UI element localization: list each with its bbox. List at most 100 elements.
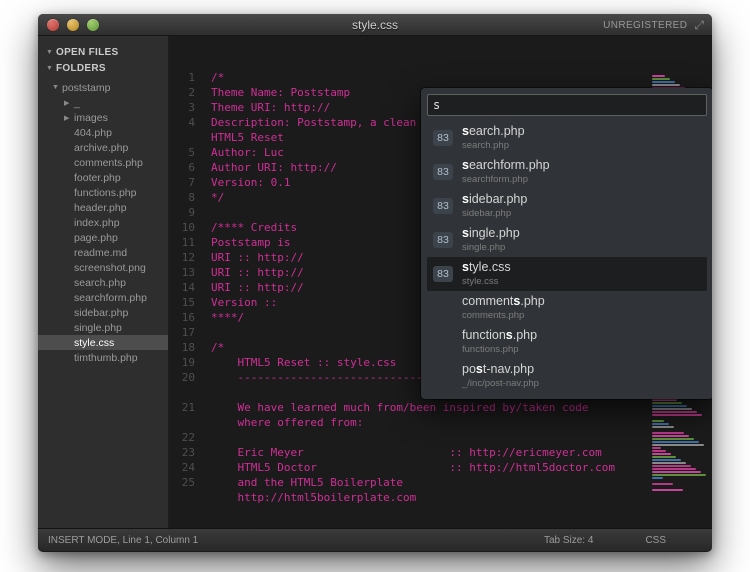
tree-item[interactable]: index.php: [38, 215, 168, 230]
result-filename: comments.php: [462, 294, 545, 309]
disclosure-icon: ▼: [46, 65, 56, 72]
tab-size-status[interactable]: Tab Size: 4: [544, 535, 593, 546]
tree-item-label: page.php: [74, 232, 118, 244]
line-number: 8: [169, 190, 203, 205]
tree-item[interactable]: header.php: [38, 200, 168, 215]
code-line[interactable]: We have learned much from/been inspired …: [211, 400, 650, 415]
code-line[interactable]: http://html5boilerplate.com: [211, 490, 650, 505]
minimap-line: [652, 465, 691, 467]
status-right: Tab Size: 4 CSS: [544, 535, 666, 546]
window-title: style.css: [352, 18, 398, 32]
tree-item-label: archive.php: [74, 142, 128, 154]
section-label: OPEN FILES: [56, 47, 118, 58]
code-line[interactable]: [211, 430, 650, 445]
minimap-line: [652, 441, 699, 443]
syntax-status[interactable]: CSS: [645, 535, 666, 546]
minimap-line: [652, 399, 677, 401]
goto-result-row[interactable]: 83 style.css style.css: [427, 257, 707, 291]
tree-item[interactable]: page.php: [38, 230, 168, 245]
tree-item[interactable]: archive.php: [38, 140, 168, 155]
result-filename: post-nav.php: [462, 362, 539, 377]
tree-item[interactable]: sidebar.php: [38, 305, 168, 320]
tree-item[interactable]: footer.php: [38, 170, 168, 185]
code-line[interactable]: and the HTML5 Boilerplate: [211, 475, 650, 490]
minimap-line: [652, 432, 684, 434]
line-number: 4: [169, 115, 203, 130]
fullscreen-icon[interactable]: ⤢: [694, 18, 704, 33]
result-path: style.css: [462, 276, 511, 287]
result-filename: sidebar.php: [462, 192, 527, 207]
tree-item-label: images: [74, 112, 108, 124]
result-path: search.php: [462, 140, 525, 151]
tree-item[interactable]: functions.php: [38, 185, 168, 200]
line-number: 22: [169, 430, 203, 445]
line-number: 5: [169, 145, 203, 160]
disclosure-icon: ▼: [52, 84, 62, 91]
tree-item[interactable]: style.css: [38, 335, 168, 350]
tree-item[interactable]: ▶ images: [38, 110, 168, 125]
goto-result-row[interactable]: 83 sidebar.php sidebar.php: [427, 189, 707, 223]
line-number: 25: [169, 475, 203, 490]
tree-item-label: 404.php: [74, 127, 112, 139]
filename-post: .php: [520, 294, 544, 308]
goto-result-row[interactable]: 83 search.php search.php: [427, 121, 707, 155]
code-line[interactable]: /*: [211, 70, 650, 85]
code-line[interactable]: where offered from:: [211, 415, 650, 430]
line-number: 2: [169, 85, 203, 100]
minimap-line: [652, 459, 681, 461]
sidebar-section-folders[interactable]: ▼ FOLDERS: [38, 60, 168, 76]
minimap-line: [652, 84, 680, 86]
tree-item-label: style.css: [74, 337, 114, 349]
goto-result-row[interactable]: 83 searchform.php searchform.php: [427, 155, 707, 189]
tree-item[interactable]: comments.php: [38, 155, 168, 170]
filename-match: s: [462, 124, 469, 138]
filename-pre: po: [462, 362, 476, 376]
close-button[interactable]: [47, 19, 59, 31]
filename-match: s: [462, 158, 469, 172]
minimap-line: [652, 477, 663, 479]
minimap-line: [652, 447, 661, 449]
line-number: 18: [169, 340, 203, 355]
minimap-line: [652, 414, 702, 416]
goto-result-row[interactable]: comments.php comments.php: [427, 291, 707, 325]
tree-item[interactable]: ▼ poststamp: [38, 80, 168, 95]
minimap-line: [652, 408, 692, 410]
tree-item-label: timthumb.php: [74, 352, 138, 364]
tree-item[interactable]: readme.md: [38, 245, 168, 260]
minimap-line: [652, 483, 673, 485]
minimap-line: [652, 402, 682, 404]
result-path: comments.php: [462, 310, 545, 321]
tree-item-label: searchform.php: [74, 292, 147, 304]
tree-item-label: _: [74, 97, 80, 109]
goto-result-row[interactable]: 83 single.php single.php: [427, 223, 707, 257]
tree-item-label: footer.php: [74, 172, 121, 184]
result-text: functions.php functions.php: [462, 328, 537, 355]
filename-post: earchform.php: [469, 158, 550, 172]
code-line[interactable]: Eric Meyer :: http://ericmeyer.com: [211, 445, 650, 460]
result-path: searchform.php: [462, 174, 550, 185]
tree-item[interactable]: search.php: [38, 275, 168, 290]
goto-results-list: 83 search.php search.php 83 searchform.p…: [427, 121, 707, 393]
editor: 1234567891011121314151617181920212223242…: [169, 36, 712, 528]
goto-result-row[interactable]: functions.php functions.php: [427, 325, 707, 359]
tree-item[interactable]: searchform.php: [38, 290, 168, 305]
tree-item[interactable]: timthumb.php: [38, 350, 168, 365]
minimap-line: [652, 474, 706, 476]
goto-result-row[interactable]: post-nav.php _/inc/post-nav.php: [427, 359, 707, 393]
match-score-badge: 83: [433, 198, 453, 214]
goto-anything-input[interactable]: [427, 94, 707, 116]
result-text: sidebar.php sidebar.php: [462, 192, 527, 219]
code-line[interactable]: HTML5 Doctor :: http://html5doctor.com: [211, 460, 650, 475]
tree-item[interactable]: ▶ _: [38, 95, 168, 110]
tree-item[interactable]: 404.php: [38, 125, 168, 140]
filename-match: s: [462, 226, 469, 240]
tree-item-label: readme.md: [74, 247, 127, 259]
minimize-button[interactable]: [67, 19, 79, 31]
zoom-button[interactable]: [87, 19, 99, 31]
tree-item[interactable]: screenshot.png: [38, 260, 168, 275]
sidebar-section-open-files[interactable]: ▼ OPEN FILES: [38, 44, 168, 60]
minimap-line: [652, 81, 675, 83]
tree-item-label: header.php: [74, 202, 127, 214]
tree-item[interactable]: single.php: [38, 320, 168, 335]
result-filename: style.css: [462, 260, 511, 275]
